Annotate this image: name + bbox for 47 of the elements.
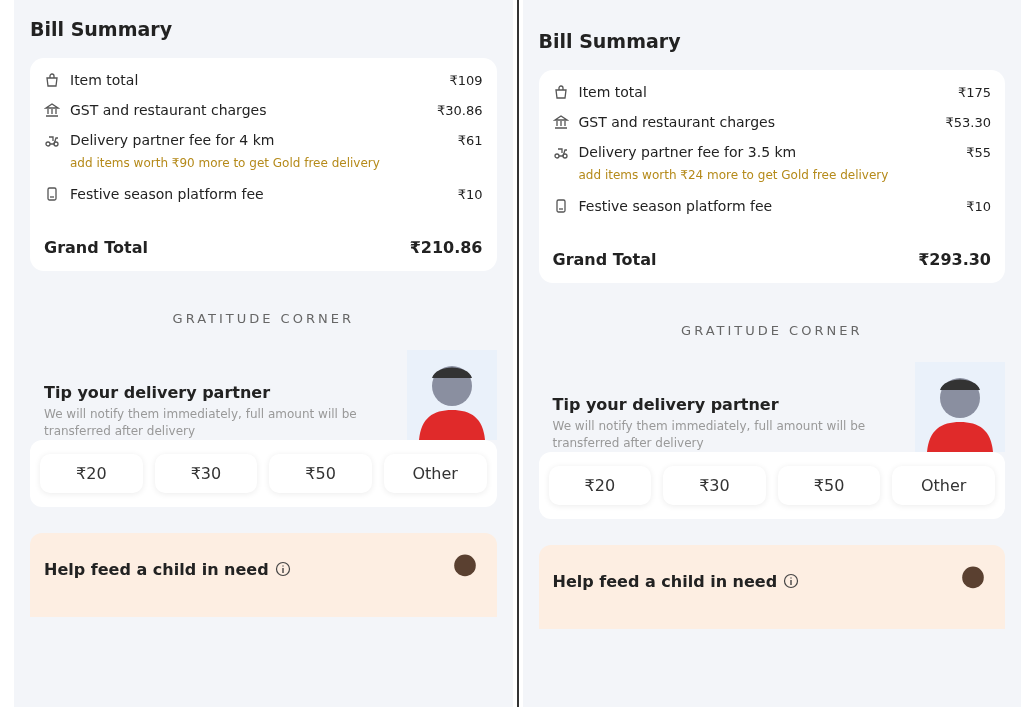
tip-amount-button[interactable]: ₹20 xyxy=(548,466,652,505)
section-title: Bill Summary xyxy=(30,18,174,40)
charge-label: Delivery partner fee for 4 km xyxy=(70,132,276,148)
tip-amount-button[interactable]: ₹50 xyxy=(269,454,372,493)
bank-icon xyxy=(44,102,60,118)
charge-label: GST and restaurant charges xyxy=(578,114,776,130)
free-delivery-hint: add items worth ₹24 more to get Gold free delivery xyxy=(578,167,889,184)
bank-icon xyxy=(552,114,569,130)
section-heading: GRATITUDE CORNER xyxy=(171,311,355,326)
tip-amount-button[interactable]: ₹30 xyxy=(663,466,766,505)
phone-icon xyxy=(44,186,60,202)
info-icon[interactable] xyxy=(783,573,800,589)
charge-label: Festive season platform fee xyxy=(578,198,774,214)
charge-amount: ₹175 xyxy=(957,84,991,100)
bag-icon xyxy=(44,72,60,88)
charge-amount: ₹10 xyxy=(457,186,483,202)
charge-amount: ₹30.86 xyxy=(437,102,483,118)
charge-amount: ₹61 xyxy=(457,132,483,148)
grand-total-label: Grand Total xyxy=(552,250,657,269)
donation-title: Help feed a child in need xyxy=(44,559,269,579)
tip-description: We will notify them immediately, full amount will be transferred after delivery xyxy=(44,406,358,440)
section-title: Bill Summary xyxy=(538,30,682,52)
charge-label: Item total xyxy=(578,84,648,100)
charge-label: Item total xyxy=(70,72,140,88)
grand-total-amount: ₹293.30 xyxy=(918,250,991,269)
tip-amount-button[interactable]: Other xyxy=(892,466,995,505)
tip-amount-button[interactable]: ₹50 xyxy=(777,466,881,505)
bag-icon xyxy=(552,84,569,100)
free-delivery-hint: add items worth ₹90 more to get Gold free delivery xyxy=(70,155,380,172)
tip-amount-button[interactable]: Other xyxy=(383,454,487,493)
grand-total-amount: ₹210.86 xyxy=(409,238,483,257)
tip-title: Tip your delivery partner xyxy=(552,395,780,415)
tip-description: We will notify them immediately, full amount will be transferred after delivery xyxy=(552,418,867,452)
charge-label: GST and restaurant charges xyxy=(70,102,268,118)
charge-label: Festive season platform fee xyxy=(70,186,265,202)
tip-amount-button[interactable]: ₹30 xyxy=(154,454,258,493)
section-heading: GRATITUDE CORNER xyxy=(680,323,864,338)
charge-label: Delivery partner fee for 3.5 km xyxy=(578,144,798,160)
info-icon[interactable] xyxy=(274,561,291,577)
tip-amount-button[interactable]: ₹20 xyxy=(40,454,143,493)
charge-amount: ₹53.30 xyxy=(945,114,991,130)
charge-amount: ₹10 xyxy=(966,198,991,214)
donation-title: Help feed a child in need xyxy=(552,571,778,591)
charge-amount: ₹55 xyxy=(966,144,991,160)
charge-amount: ₹109 xyxy=(449,72,483,88)
tip-title: Tip your delivery partner xyxy=(44,383,272,403)
grand-total-label: Grand Total xyxy=(44,238,148,257)
